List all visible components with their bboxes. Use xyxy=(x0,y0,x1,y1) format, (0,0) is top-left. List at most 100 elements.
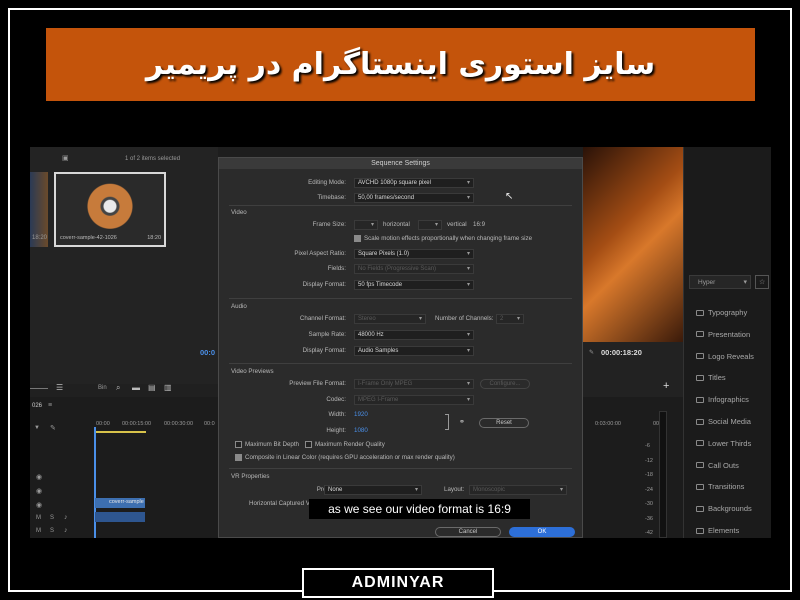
fields-label: Fields: xyxy=(327,265,346,272)
trash-icon[interactable]: ▥ xyxy=(164,383,172,392)
editing-mode-select[interactable]: AVCHD 1080p square pixel xyxy=(354,178,474,188)
folder-item[interactable]: Transitions xyxy=(696,482,744,491)
title-banner: سایز استوری اینستاگرام در پریمیر xyxy=(46,28,755,101)
ok-button[interactable]: OK xyxy=(509,527,575,537)
reset-button[interactable]: Reset xyxy=(479,418,529,428)
snap-icon[interactable]: ▼ xyxy=(34,425,40,431)
folder-item[interactable]: Infographics xyxy=(696,395,749,404)
left-clip-duration: 18:20 xyxy=(32,235,48,241)
frame-size-label: Frame Size: xyxy=(312,221,346,228)
sample-rate-select[interactable]: 48000 Hz xyxy=(354,330,474,340)
wrench-icon[interactable]: ✎ xyxy=(50,424,56,432)
microphone-icon[interactable]: ♪ xyxy=(64,514,68,521)
video-clip[interactable]: coverr-sample xyxy=(95,498,145,508)
folder-icon xyxy=(696,440,704,447)
search-icon[interactable]: ⌕ xyxy=(116,383,120,393)
dialog-title: Sequence Settings xyxy=(219,158,582,169)
zoom-slider[interactable] xyxy=(30,388,48,389)
work-area-bar[interactable] xyxy=(96,431,146,433)
chevron-down-icon[interactable]: ▾ xyxy=(743,278,747,286)
timebase-label: Timebase: xyxy=(317,194,346,201)
par-select[interactable]: Square Pixels (1.0) xyxy=(354,249,474,259)
folder-item[interactable]: Presentation xyxy=(696,330,750,339)
height-label: Height: xyxy=(326,427,346,434)
microphone-icon[interactable]: ♪ xyxy=(64,527,68,534)
display-format-select[interactable]: 50 fps Timecode xyxy=(354,280,474,290)
cancel-button[interactable]: Cancel xyxy=(435,527,501,537)
audio-clip[interactable] xyxy=(95,512,145,522)
eye-icon[interactable]: ◉ xyxy=(36,473,42,481)
channel-format-select[interactable]: Stereo xyxy=(354,314,426,324)
configure-button[interactable]: Configure... xyxy=(480,379,530,389)
folder-item[interactable]: Logo Reveals xyxy=(696,352,754,361)
add-button-icon[interactable]: + xyxy=(663,380,669,392)
program-timecode: 00:00:18:20 xyxy=(601,348,642,357)
mouse-cursor-icon: ↖ xyxy=(505,191,514,202)
height-value[interactable]: 1080 xyxy=(354,427,368,434)
mute-button[interactable]: M xyxy=(36,515,41,521)
new-bin-icon[interactable]: ▬ xyxy=(132,383,140,392)
new-item-icon[interactable]: ▤ xyxy=(148,383,156,392)
clip-thumbnail[interactable]: coverr-sample-42-1026 18:20 xyxy=(54,172,166,247)
solo-button[interactable]: S xyxy=(50,528,54,534)
search-field[interactable]: Hyper ▾ xyxy=(689,275,751,289)
max-bit-depth-checkbox[interactable] xyxy=(235,441,242,448)
chain-link-icon[interactable]: ⚭ xyxy=(459,418,465,426)
eye-icon[interactable]: ◉ xyxy=(36,487,42,495)
divider xyxy=(229,298,572,299)
sequence-tab[interactable]: 026 xyxy=(32,403,42,409)
folder-item[interactable]: Elements xyxy=(696,526,739,535)
folder-icon[interactable]: ▣ xyxy=(62,154,69,162)
folder-item[interactable]: Call Outs xyxy=(696,461,739,470)
items-selected: 1 of 2 items selected xyxy=(125,156,181,162)
folder-label: Typography xyxy=(708,308,748,317)
bin-label[interactable]: Bin xyxy=(98,385,107,391)
folder-icon xyxy=(696,309,704,316)
frame-width-input[interactable] xyxy=(354,220,378,230)
max-render-checkbox[interactable] xyxy=(305,441,312,448)
sort-icon[interactable]: ☰ xyxy=(56,383,63,392)
wrench-icon[interactable]: ✎ xyxy=(589,349,594,356)
clip-preview-image xyxy=(58,176,162,231)
aspect-ratio-value: 16:9 xyxy=(473,221,486,228)
fields-select[interactable]: No Fields (Progressive Scan) xyxy=(354,264,474,274)
meter-tick: -12 xyxy=(645,457,653,464)
composite-linear-checkbox[interactable] xyxy=(235,454,242,461)
banner-title: سایز استوری اینستاگرام در پریمیر xyxy=(145,47,656,82)
folder-item[interactable]: Typography xyxy=(696,308,747,317)
projection-select[interactable]: None xyxy=(324,485,422,495)
num-channels-label: Number of Channels: xyxy=(435,315,494,322)
star-filter-icon[interactable]: ☆ xyxy=(755,275,769,289)
composite-linear-label: Composite in Linear Color (requires GPU … xyxy=(245,454,455,461)
folder-item[interactable]: Titles xyxy=(696,373,726,382)
folder-item[interactable]: Backgrounds xyxy=(696,504,752,513)
solo-button[interactable]: S xyxy=(50,515,54,521)
eye-icon[interactable]: ◉ xyxy=(36,501,42,509)
scale-motion-checkbox[interactable] xyxy=(354,235,361,242)
timebase-select[interactable]: 50,00 frames/second xyxy=(354,193,474,203)
num-channels-select[interactable]: 2 xyxy=(496,314,524,324)
brand-footer: ADMINYAR xyxy=(302,568,494,598)
menu-icon[interactable]: ≡ xyxy=(48,402,52,409)
layout-label: Layout: xyxy=(444,486,465,493)
preview-format-select[interactable]: I-Frame Only MPEG xyxy=(354,379,474,389)
codec-select[interactable]: MPEG I-Frame xyxy=(354,395,474,405)
audio-display-select[interactable]: Audio Samples xyxy=(354,346,474,356)
layout-select[interactable]: Monoscopic xyxy=(469,485,567,495)
link-bracket xyxy=(445,414,449,430)
frame-height-input[interactable] xyxy=(418,220,442,230)
horizontal-label: horizontal xyxy=(383,221,410,228)
timeline-panel: 026 ≡ ▼ ✎ 00:00 00:00:15:00 00:00:30:00 … xyxy=(30,397,218,538)
folder-item[interactable]: Lower Thirds xyxy=(696,439,751,448)
meter-tick: -18 xyxy=(645,472,653,478)
folder-label: Transitions xyxy=(708,482,745,492)
project-panel: ▣ 1 of 2 items selected 18:20 coverr-sam… xyxy=(30,147,218,397)
channel-format-label: Channel Format: xyxy=(299,315,346,322)
width-value[interactable]: 1920 xyxy=(354,411,368,418)
divider xyxy=(229,205,572,206)
folder-item[interactable]: Social Media xyxy=(696,417,751,426)
clip-name: coverr-sample-42-1026 xyxy=(60,235,117,241)
mute-button[interactable]: M xyxy=(36,528,41,534)
max-render-label: Maximum Render Quality xyxy=(315,441,385,448)
divider xyxy=(229,468,572,469)
